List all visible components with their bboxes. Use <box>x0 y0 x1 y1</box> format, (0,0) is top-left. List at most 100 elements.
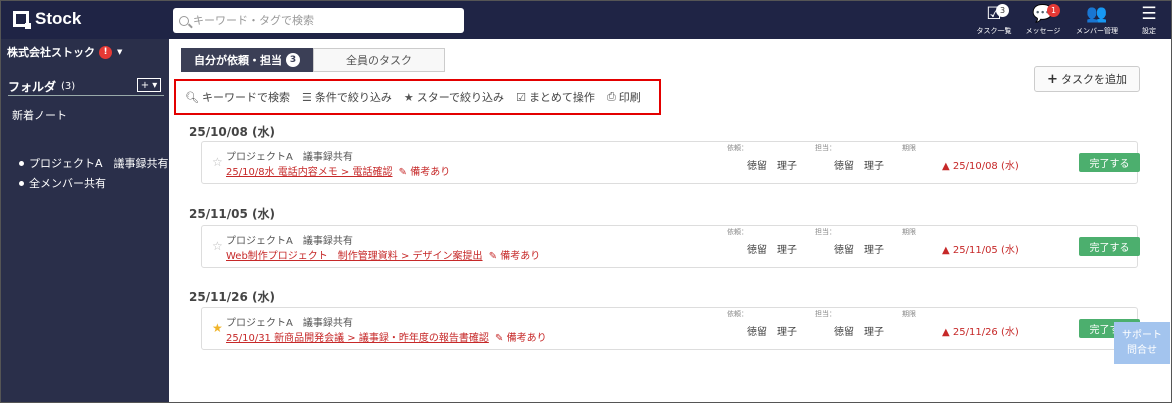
group-date-heading: 25/11/26 (水) <box>189 290 276 304</box>
task-project: プロジェクトA 議事録共有 <box>226 152 353 163</box>
due-label: 期限 <box>902 310 916 318</box>
print-button[interactable]: ⎙ 印刷 <box>607 89 641 105</box>
list-icon: ☰ <box>301 90 312 104</box>
settings-label: 設定 <box>1142 27 1156 35</box>
alert-icon: ! <box>99 45 112 59</box>
star-icon[interactable]: ★ <box>212 321 223 335</box>
company-name: 株式会社ストック <box>7 46 95 59</box>
filter-conditions-button[interactable]: ☰ 条件で絞り込み <box>302 89 392 105</box>
folder-header: フォルダ (3) + ▾ <box>8 77 164 95</box>
add-folder-button[interactable]: + ▾ <box>137 78 161 92</box>
due-date: ▲ 25/10/08 (水) <box>942 161 1019 172</box>
support-contact-button[interactable]: サポート 問合せ <box>1114 322 1170 364</box>
task-tabs: 自分が依頼・担当 3 全員のタスク <box>181 48 445 72</box>
task-link[interactable]: 25/10/8水 電話内容メモ > 電話確認 <box>226 167 392 178</box>
printer-icon: ⎙ <box>606 90 616 103</box>
star-icon[interactable]: ☆ <box>212 155 223 169</box>
star-icon[interactable]: ☆ <box>212 239 223 253</box>
member-management-label: メンバー管理 <box>1076 27 1118 35</box>
search-icon: 🔍︎ <box>185 90 199 104</box>
app-logo[interactable]: Stock <box>13 9 81 29</box>
task-card: ☆ プロジェクトA 議事録共有 Web制作プロジェクト 制作管理資料 > デザイ… <box>201 225 1140 268</box>
sidebar-item-new-notes[interactable]: 新着ノート <box>12 107 67 123</box>
tab-count-badge: 3 <box>286 53 300 67</box>
stock-logo-icon <box>13 11 31 29</box>
search-icon <box>179 15 189 26</box>
task-count-badge: 3 <box>996 4 1009 17</box>
due-date-value: 25/11/26 (水) <box>952 327 1019 338</box>
members-icon: 👥 <box>1086 4 1108 24</box>
requester-value: 徳留 理子 <box>747 327 797 338</box>
note-indicator: ✎ 備考あり <box>495 333 547 344</box>
keyword-search-button[interactable]: 🔍︎ キーワードで検索 <box>185 89 290 105</box>
complete-button[interactable]: 完了する <box>1079 153 1140 172</box>
sidebar-item-all-members[interactable]: 全メンバー共有 <box>19 173 169 193</box>
star-icon: ★ <box>403 90 414 104</box>
tool-label: キーワードで検索 <box>201 91 290 104</box>
checkbox-icon: ☑ <box>516 90 526 104</box>
task-project: プロジェクトA 議事録共有 <box>226 236 353 247</box>
add-task-button[interactable]: + タスクを追加 <box>1034 66 1140 92</box>
task-link[interactable]: Web制作プロジェクト 制作管理資料 > デザイン案提出 <box>226 251 483 262</box>
due-date: ▲ 25/11/26 (水) <box>942 327 1019 338</box>
due-date-value: 25/10/08 (水) <box>952 161 1019 172</box>
due-label: 期限 <box>902 228 916 236</box>
task-link[interactable]: 25/10/31 新商品開発会議 > 議事録・昨年度の報告書確認 <box>226 333 489 344</box>
task-card: ☆ プロジェクトA 議事録共有 25/10/8水 電話内容メモ > 電話確認 ✎… <box>201 141 1140 184</box>
sidebar-item-project-a[interactable]: プロジェクトA 議事録共有 <box>19 153 169 173</box>
folder-divider <box>8 95 164 96</box>
tab-label: 全員のタスク <box>346 54 412 67</box>
sidebar-item-label: プロジェクトA 議事録共有 <box>29 157 169 170</box>
filter-star-button[interactable]: ★ スターで絞り込み <box>404 89 504 105</box>
message-count-badge: 1 <box>1047 4 1060 17</box>
company-switcher[interactable]: 株式会社ストック ! ▼ <box>7 44 122 60</box>
plus-icon: + <box>1047 71 1058 87</box>
assignee-value: 徳留 理子 <box>834 245 884 256</box>
sidebar-item-label: 全メンバー共有 <box>29 177 106 190</box>
tab-all-tasks[interactable]: 全員のタスク <box>313 48 445 72</box>
note-indicator: ✎ 備考あり <box>488 251 541 262</box>
tool-label: スターで絞り込み <box>416 91 505 104</box>
main-content: 自分が依頼・担当 3 全員のタスク 🔍︎ キーワードで検索 ☰ 条件で絞り込み … <box>169 39 1171 402</box>
bulk-action-button[interactable]: ☑ まとめて操作 <box>516 89 595 105</box>
folder-list: プロジェクトA 議事録共有 全メンバー共有 <box>19 153 169 193</box>
task-list-button[interactable]: ☑ 3 タスク一覧 <box>969 1 1019 39</box>
messages-button[interactable]: 💬 1 メッセージ <box>1019 1 1067 39</box>
search-input[interactable] <box>193 14 443 27</box>
due-date: ▲ 25/11/05 (水) <box>942 245 1019 256</box>
sidebar: 株式会社ストック ! ▼ フォルダ (3) + ▾ 新着ノート プロジェクトA … <box>1 39 169 402</box>
header-icon-bar: ☑ 3 タスク一覧 💬 1 メッセージ 👥 メンバー管理 ☰ 設定 <box>969 1 1171 39</box>
requester-value: 徳留 理子 <box>747 161 797 172</box>
task-list-label: タスク一覧 <box>976 27 1012 35</box>
hamburger-icon: ☰ <box>1141 4 1157 24</box>
support-label-line1: サポート <box>1122 330 1162 341</box>
bullet-icon <box>19 180 24 186</box>
caret-down-icon: ▼ <box>117 48 123 56</box>
add-task-label: タスクを追加 <box>1060 73 1127 86</box>
note-label: 備考あり <box>410 167 451 178</box>
assignee-value: 徳留 理子 <box>834 161 884 172</box>
task-toolbar: 🔍︎ キーワードで検索 ☰ 条件で絞り込み ★ スターで絞り込み ☑ まとめて操… <box>174 79 661 115</box>
messages-label: メッセージ <box>1025 27 1061 35</box>
tool-label: まとめて操作 <box>528 91 595 104</box>
assignee-label: 担当： <box>815 310 836 318</box>
app-name: Stock <box>35 9 82 28</box>
requester-value: 徳留 理子 <box>747 245 797 256</box>
tool-label: 条件で絞り込み <box>314 91 392 104</box>
settings-button[interactable]: ☰ 設定 <box>1127 1 1171 39</box>
task-link-row: 25/10/31 新商品開発会議 > 議事録・昨年度の報告書確認 ✎ 備考あり <box>226 329 547 344</box>
member-management-button[interactable]: 👥 メンバー管理 <box>1067 1 1127 39</box>
tab-my-tasks[interactable]: 自分が依頼・担当 3 <box>181 48 313 72</box>
note-indicator: ✎ 備考あり <box>398 167 451 178</box>
search-box[interactable] <box>173 8 464 33</box>
note-label: 備考あり <box>500 251 541 262</box>
top-header: Stock ☑ 3 タスク一覧 💬 1 メッセージ 👥 メンバー管理 ☰ 設定 <box>1 1 1171 39</box>
complete-button[interactable]: 完了する <box>1079 237 1140 256</box>
tool-label: 印刷 <box>618 91 641 104</box>
task-project: プロジェクトA 議事録共有 <box>226 318 353 329</box>
requester-label: 依頼： <box>727 310 748 318</box>
due-date-value: 25/11/05 (水) <box>952 245 1019 256</box>
assignee-label: 担当： <box>815 144 836 152</box>
assignee-label: 担当： <box>815 228 836 236</box>
note-label: 備考あり <box>506 333 547 344</box>
